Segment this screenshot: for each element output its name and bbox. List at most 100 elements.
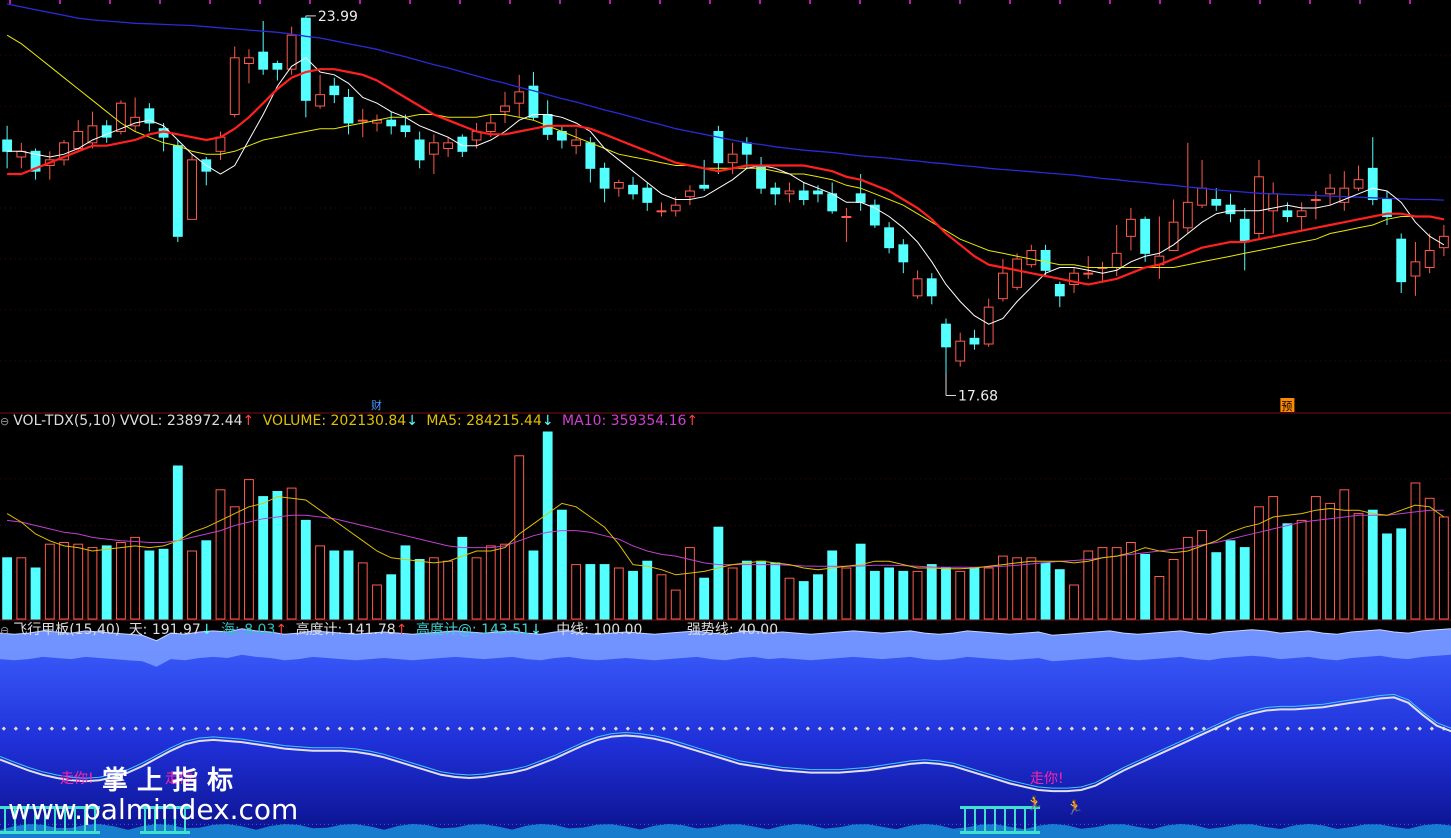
deck-right-post [964, 809, 966, 833]
volume-bar-up [1325, 502, 1335, 620]
forecast-marker: 预 [1281, 400, 1292, 413]
tian-arrow: ↓ [200, 622, 213, 638]
ma5-arrow: ↓ [541, 413, 554, 429]
candle-up [1424, 250, 1435, 268]
volume-arrow: ↓ [406, 413, 418, 429]
watermark-cn: 掌 上 指 标 [102, 766, 233, 796]
volume-bar-down [713, 526, 724, 620]
volume-bar-down [599, 564, 610, 620]
zhongxian-value: 中线: 100.00 [556, 622, 643, 638]
deck-left-post [4, 809, 6, 833]
volume-bar-up [784, 577, 795, 620]
volume-bar-down [400, 545, 411, 620]
volume-bar-down [869, 570, 880, 620]
finance-marker: 财 [371, 398, 382, 412]
volume-bar-up [1296, 519, 1307, 620]
candle-up [1296, 210, 1307, 217]
candle-down [599, 167, 610, 189]
volume-bar-up [571, 564, 582, 620]
volume-bar-down [741, 560, 752, 620]
volume-bar-up [1154, 576, 1165, 620]
candle-up [215, 136, 226, 152]
volume-bar-down [898, 570, 909, 620]
candle-down [2, 139, 13, 152]
hai-arrow: ↑ [275, 622, 288, 638]
sea-area [0, 824, 1451, 838]
volume-bar-up [428, 557, 439, 620]
volume-bar-up [286, 487, 297, 620]
volume-bar-down [2, 557, 13, 620]
deck-right-base [960, 831, 1040, 834]
volume-bar-up [983, 567, 994, 620]
volume-bar-down [770, 562, 781, 620]
ma5-value: MA5: 284215.44 [426, 413, 542, 429]
volume-bar-up [16, 557, 27, 620]
candle-up [841, 216, 852, 218]
volume-bar-up [1310, 496, 1321, 620]
candle-up [1012, 258, 1023, 288]
volume-bar-up [1197, 530, 1207, 620]
candle-up [685, 190, 695, 198]
candle-up [1325, 187, 1335, 195]
expand-circle-icon[interactable]: ⊖ [0, 415, 9, 428]
hai-value: 海: 8.03 [221, 622, 276, 638]
candle-down [258, 51, 269, 70]
candle-down [386, 119, 397, 127]
gaodu-at-arrow: ↓ [530, 622, 542, 638]
candle-up [315, 94, 325, 107]
volume-bar-up [229, 506, 240, 620]
candle-up [1126, 218, 1136, 237]
candle-down [1140, 218, 1151, 254]
candle-up [357, 119, 368, 122]
candle-down [1282, 210, 1293, 217]
volume-bar-down [926, 564, 937, 620]
ma-red-line [7, 68, 1445, 286]
volume-bar-down [628, 570, 638, 620]
volume-bar-down [699, 577, 710, 620]
candle-up [997, 272, 1008, 300]
deck-mid-base [140, 831, 190, 834]
volume-bar-up [130, 536, 141, 620]
volume-panel [0, 431, 1451, 621]
volume-bar-up [73, 543, 84, 620]
candle-down [1054, 284, 1065, 297]
candle-down [329, 85, 340, 96]
candle-up [500, 105, 510, 113]
candle-down [827, 193, 838, 212]
candle-down [855, 193, 866, 203]
volume-bar-down [386, 574, 397, 620]
candle-down [1396, 238, 1407, 283]
deck-right-post [974, 809, 976, 833]
volume-bar-up [656, 574, 667, 620]
candle-down [884, 227, 895, 249]
candle-down [813, 190, 823, 195]
volume-bar-down [1140, 553, 1151, 620]
gaodu-value: 高度计: 141.78 [295, 622, 396, 638]
low-price-label: 17.68 [958, 388, 998, 404]
expand-circle-icon[interactable]: ⊖ [0, 624, 9, 637]
deck-left-base [0, 831, 100, 834]
candle-down [1225, 204, 1236, 215]
volume-bar-down [258, 496, 269, 620]
candle-down [1211, 199, 1222, 206]
volume-bar-down [813, 574, 823, 620]
volume-bar-down [201, 540, 212, 620]
volume-bar-down [158, 548, 169, 620]
indicator-panel: 走你! 走你! 走你!🏃 🏃掌 上 指 标www.palmindex.com [0, 628, 1451, 838]
candle-down [272, 63, 283, 70]
candle-up [1026, 250, 1037, 266]
volume-bar-up [87, 547, 98, 620]
candle-up [571, 139, 582, 147]
volume-bar-down [1382, 533, 1392, 620]
candle-down [1239, 218, 1250, 243]
candle-down [1367, 167, 1378, 200]
volume-bar-down [941, 567, 951, 620]
candle-down [699, 184, 710, 189]
candle-up [1410, 261, 1421, 277]
volume-bar-up [1410, 482, 1421, 620]
volume-bar-down [884, 567, 895, 620]
volume-bar-up [116, 542, 126, 620]
candle-up [670, 204, 681, 212]
volume-bar-down [144, 550, 155, 620]
indicator-header: ⊖ 飞行甲板(15,40) 天: 191.97↓ 海: 8.03↑ 高度计: 14… [0, 621, 782, 639]
